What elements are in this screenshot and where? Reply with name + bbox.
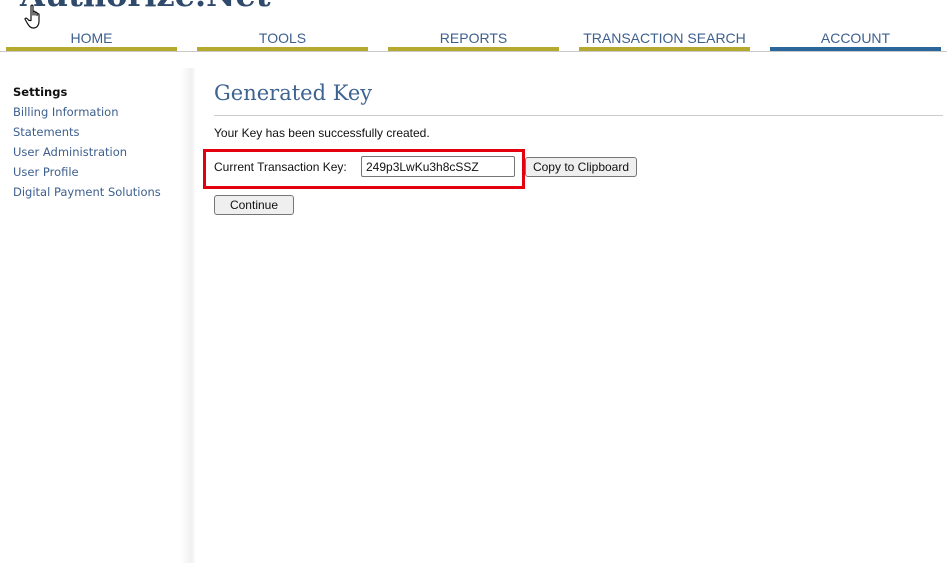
nav-tab-label: REPORTS — [439, 30, 508, 46]
sidebar-item-digital-payment-solutions[interactable]: Digital Payment Solutions — [13, 182, 161, 202]
nav-tab-account[interactable]: ACCOUNT — [770, 29, 941, 52]
nav-tab-tools[interactable]: TOOLS — [197, 29, 368, 52]
transaction-key-label: Current Transaction Key: — [214, 160, 347, 174]
nav-tab-label: HOME — [70, 30, 113, 46]
nav-divider — [0, 51, 947, 52]
sidebar: Settings Billing Information Statements … — [0, 68, 196, 563]
sidebar-item-settings: Settings — [13, 85, 68, 99]
sidebar-menu: Settings Billing Information Statements … — [13, 82, 161, 202]
sidebar-item-user-administration[interactable]: User Administration — [13, 142, 161, 162]
sidebar-item-billing-information[interactable]: Billing Information — [13, 102, 161, 122]
title-divider — [214, 115, 943, 116]
nav-tab-label: TRANSACTION SEARCH — [583, 30, 746, 46]
nav-tab-reports[interactable]: REPORTS — [388, 29, 559, 52]
nav-tab-home[interactable]: HOME — [6, 29, 177, 52]
nav-tab-transaction-search[interactable]: TRANSACTION SEARCH — [579, 29, 750, 52]
nav-tab-label: TOOLS — [258, 30, 307, 46]
main-nav: HOME TOOLS REPORTS TRANSACTION SEARCH AC… — [0, 0, 947, 53]
main-content: Generated Key Your Key has been successf… — [203, 68, 944, 215]
copy-to-clipboard-button[interactable]: Copy to Clipboard — [525, 157, 637, 177]
sidebar-item-user-profile[interactable]: User Profile — [13, 162, 161, 182]
transaction-key-field[interactable] — [361, 156, 515, 177]
page-title: Generated Key — [214, 81, 373, 105]
continue-button[interactable]: Continue — [214, 195, 294, 215]
header: Authorize.Net HOME TOOLS REPORTS TRANSAC… — [0, 0, 947, 53]
success-message: Your Key has been successfully created. — [214, 126, 430, 140]
sidebar-item-statements[interactable]: Statements — [13, 122, 161, 142]
nav-tab-label: ACCOUNT — [820, 30, 891, 46]
